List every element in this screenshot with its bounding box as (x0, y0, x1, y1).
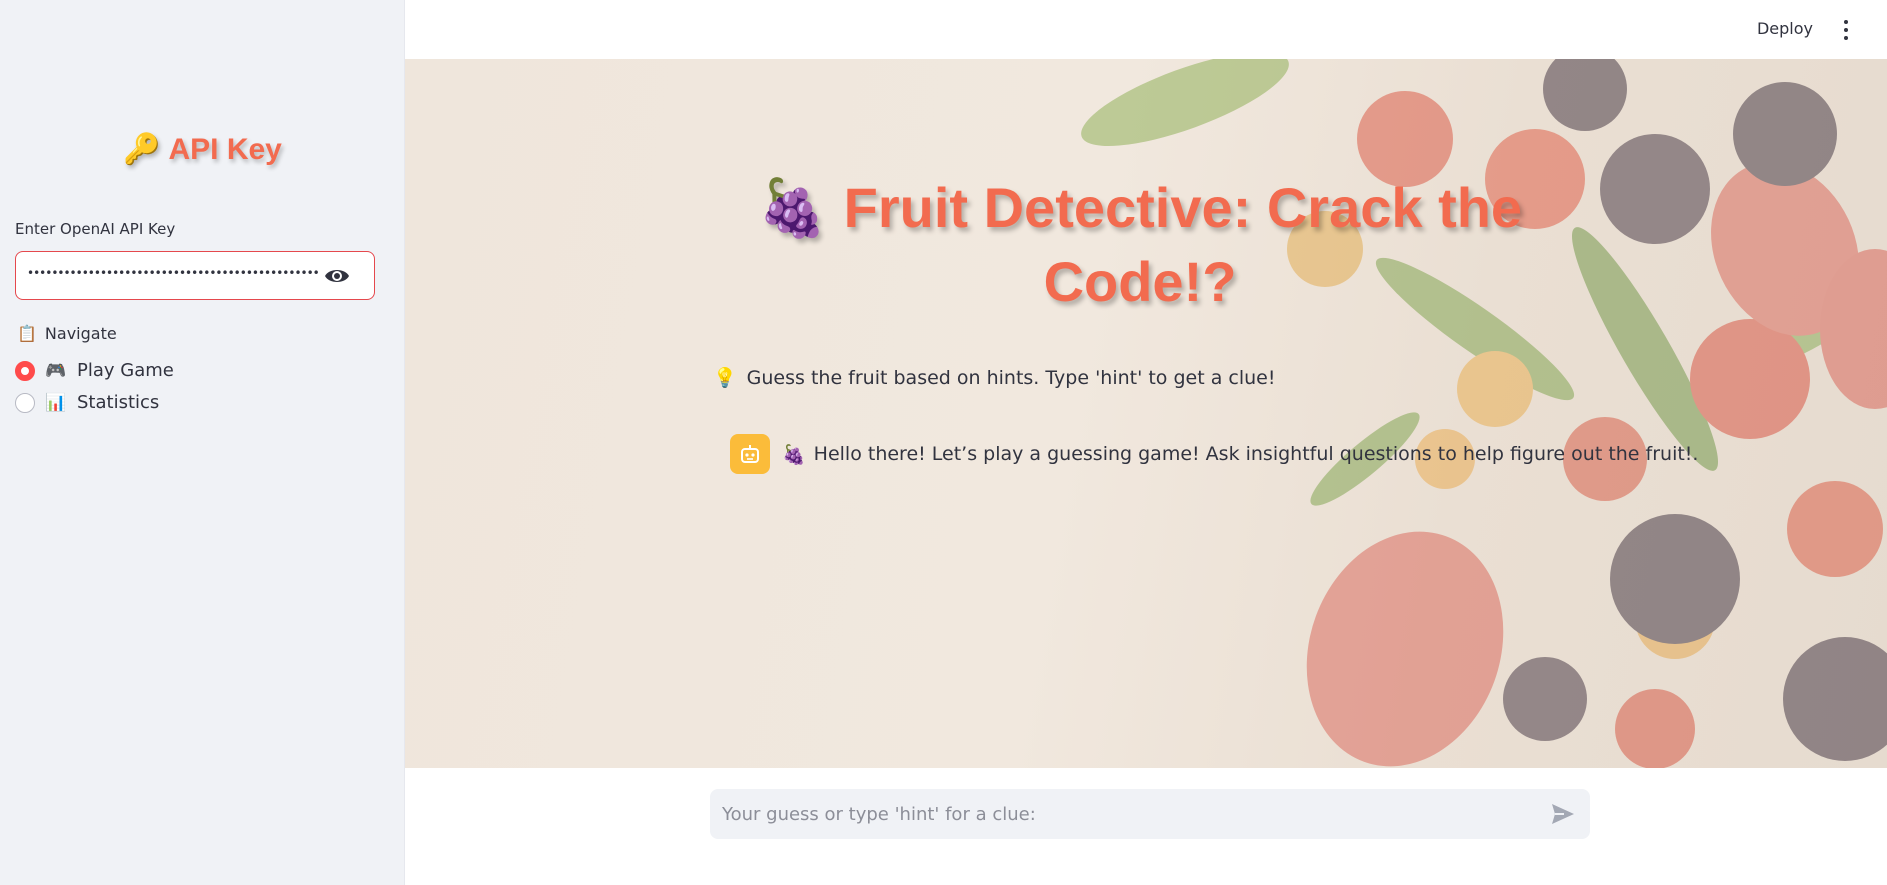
chat-message-text: 🍇 Hello there! Let’s play a guessing gam… (782, 443, 1698, 466)
gamepad-icon: 🎮 (45, 360, 67, 381)
fruit-background-image (1081, 59, 1887, 768)
lightbulb-icon: 💡 (713, 367, 737, 389)
api-key-input[interactable]: ••••••••••••••••••••••••••••••••••••••••… (15, 251, 375, 300)
radio-selected-indicator[interactable] (15, 360, 35, 381)
hint-text-content: Guess the fruit based on hints. Type 'hi… (746, 366, 1276, 389)
bot-avatar-icon (730, 434, 770, 474)
page-title-text: Fruit Detective: Crack the Code!? (843, 176, 1523, 313)
eye-icon[interactable] (324, 265, 350, 287)
chat-input[interactable] (710, 789, 1530, 839)
sidebar-title: 🔑 API Key (0, 132, 405, 167)
grapes-icon: 🍇 (782, 443, 806, 466)
key-icon: 🔑 (123, 133, 161, 166)
grapes-icon: 🍇 (757, 176, 828, 239)
radio-play-game[interactable]: 🎮 Play Game (15, 360, 174, 381)
navigate-label-text: Navigate (44, 324, 117, 343)
deploy-button[interactable]: Deploy (1757, 19, 1813, 38)
chat-message-content: Hello there! Let’s play a guessing game!… (813, 443, 1699, 465)
clipboard-icon: 📋 (17, 324, 37, 343)
api-key-label: Enter OpenAI API Key (15, 220, 176, 238)
api-key-masked-value[interactable]: ••••••••••••••••••••••••••••••••••••••••… (27, 266, 319, 286)
radio-statistics[interactable]: 📊 Statistics (15, 392, 159, 413)
navigate-label: 📋 Navigate (17, 324, 117, 343)
hint-text: 💡 Guess the fruit based on hints. Type '… (713, 366, 1276, 390)
sidebar-title-text: API Key (168, 133, 282, 166)
page-title: 🍇 Fruit Detective: Crack the Code!? (705, 171, 1575, 319)
chat-input-container[interactable] (710, 789, 1590, 839)
chat-message-assistant: 🍇 Hello there! Let’s play a guessing gam… (730, 434, 1698, 474)
bar-chart-icon: 📊 (45, 392, 67, 413)
radio-label-play-game[interactable]: Play Game (77, 360, 174, 381)
main-content: 🍇 Fruit Detective: Crack the Code!? 💡 Gue… (405, 59, 1887, 768)
send-icon[interactable] (1550, 802, 1576, 826)
sidebar: 🔑 API Key Enter OpenAI API Key ••••••••••… (0, 0, 405, 885)
chat-input-bar (405, 768, 1887, 885)
radio-label-statistics[interactable]: Statistics (77, 392, 159, 413)
top-header: Deploy (405, 0, 1887, 59)
more-options-icon[interactable] (1840, 18, 1852, 42)
radio-unselected-indicator[interactable] (15, 392, 35, 413)
